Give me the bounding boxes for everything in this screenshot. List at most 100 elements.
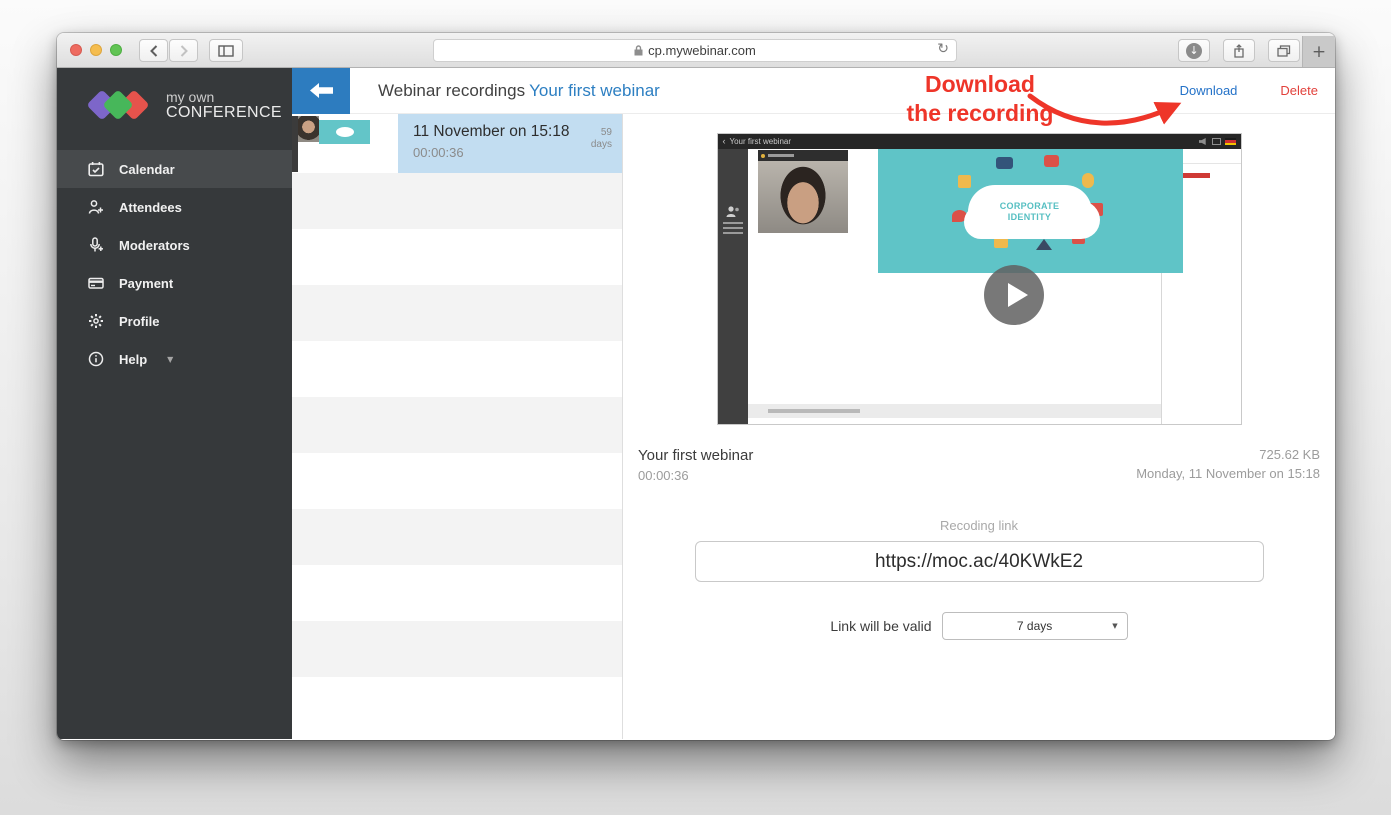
sidebar-item-profile[interactable]: Profile	[57, 302, 292, 340]
player-title: Your first webinar	[730, 137, 792, 146]
player-side-toolbar	[718, 149, 748, 424]
reload-icon[interactable]: ↻	[937, 41, 949, 57]
address-bar[interactable]: cp.mywebinar.com ↻	[433, 39, 957, 62]
share-icon	[1233, 44, 1245, 58]
recording-duration-text: 00:00:36	[638, 468, 753, 483]
slide-title-line2: IDENTITY	[1008, 212, 1051, 223]
sidebar-item-label: Payment	[119, 276, 173, 291]
link-valid-value: 7 days	[1017, 619, 1052, 633]
page-title: Webinar recordingsYour first webinar	[378, 81, 660, 101]
sidebar-item-label: Attendees	[119, 200, 182, 215]
list-empty-row	[292, 341, 622, 397]
tabs-icon	[1277, 45, 1291, 57]
plus-icon: +	[1312, 42, 1326, 62]
sidebar-item-label: Help	[119, 352, 147, 367]
slide-speech-icon	[952, 210, 967, 222]
slide-yellow-icon	[958, 175, 971, 188]
browser-back-button[interactable]	[139, 39, 168, 62]
days-left-badge: 59 days	[591, 123, 612, 173]
webcam-video	[758, 150, 848, 233]
list-empty-row	[292, 397, 622, 453]
download-circle-icon: ↓	[1186, 43, 1202, 59]
recording-detail-panel: ‹ Your first webinar	[623, 114, 1335, 739]
player-titlebar: ‹ Your first webinar	[718, 134, 1241, 149]
list-empty-row	[292, 173, 622, 229]
tabs-overview-button[interactable]	[1268, 39, 1300, 62]
download-link[interactable]: Download	[1180, 83, 1238, 98]
recordings-list: 11 November on 15:18 00:00:36 59 days	[292, 114, 623, 739]
back-button[interactable]	[292, 68, 350, 114]
zoom-window-button[interactable]	[110, 44, 122, 56]
thumb-slide	[319, 120, 370, 144]
link-valid-select[interactable]: 7 days ▼	[942, 612, 1128, 640]
link-valid-label: Link will be valid	[830, 618, 931, 634]
slide-title-line1: CORPORATE	[1000, 201, 1060, 212]
close-window-button[interactable]	[70, 44, 82, 56]
browser-window: cp.mywebinar.com ↻ ↓ + my own CONFERENCE	[57, 33, 1335, 740]
sidebar-item-moderators[interactable]: Moderators	[57, 226, 292, 264]
recording-duration: 00:00:36	[413, 145, 591, 160]
list-empty-row	[292, 229, 622, 285]
sidebar-toggle-button[interactable]	[209, 39, 243, 62]
attendee-add-icon	[88, 199, 104, 215]
list-empty-row	[292, 453, 622, 509]
recording-entry[interactable]: 11 November on 15:18 00:00:36 59 days	[398, 114, 622, 173]
recording-thumbnail[interactable]	[292, 114, 398, 173]
sidebar-item-attendees[interactable]: Attendees	[57, 188, 292, 226]
list-empty-row	[292, 621, 622, 677]
file-size: 725.62 KB	[1136, 447, 1320, 462]
downloads-button[interactable]: ↓	[1178, 39, 1210, 62]
presentation-slide: CORPORATE IDENTITY	[878, 149, 1183, 273]
list-empty-row	[292, 677, 622, 733]
credit-card-icon	[88, 275, 104, 291]
webinar-name-text: Your first webinar	[529, 81, 660, 100]
sidebar-icon	[218, 45, 234, 57]
chevron-left-icon	[150, 45, 158, 57]
speaker-icon	[1199, 138, 1208, 145]
slide-red-icon	[1044, 155, 1059, 167]
recording-meta: Your first webinar 00:00:36 725.62 KB Mo…	[638, 447, 1320, 483]
player-stage: CORPORATE IDENTITY	[748, 149, 1161, 424]
chevron-right-icon	[180, 45, 188, 57]
recording-link-label: Recoding link	[623, 518, 1335, 533]
url-text: cp.mywebinar.com	[648, 43, 756, 58]
info-icon	[88, 351, 104, 367]
recording-row[interactable]: 11 November on 15:18 00:00:36 59 days	[292, 114, 622, 173]
minimize-window-button[interactable]	[90, 44, 102, 56]
slide-mountain-icon	[1036, 239, 1052, 250]
browser-toolbar: cp.mywebinar.com ↻ ↓ +	[57, 33, 1335, 68]
sidebar-item-label: Profile	[119, 314, 159, 329]
annotation-arrow-icon	[1022, 86, 1187, 134]
slide-cloud: CORPORATE IDENTITY	[968, 185, 1092, 239]
chevron-down-icon: ▼	[167, 355, 173, 364]
thumb-webcam	[298, 116, 319, 142]
sidebar-item-label: Calendar	[119, 162, 175, 177]
attendee-name-bar	[1180, 173, 1210, 178]
delete-link[interactable]: Delete	[1280, 83, 1318, 98]
play-button[interactable]	[984, 265, 1044, 325]
recording-link-input[interactable]	[695, 541, 1264, 582]
sidebar-item-calendar[interactable]: Calendar	[57, 150, 292, 188]
gear-icon	[88, 313, 104, 329]
webcam-portrait	[758, 161, 848, 233]
slide-yellow-icon	[994, 238, 1008, 248]
sidebar-item-help[interactable]: Help ▼	[57, 340, 292, 378]
calendar-icon	[88, 161, 104, 177]
days-unit: days	[591, 139, 612, 151]
list-empty-row	[292, 509, 622, 565]
recording-date: 11 November on 15:18	[413, 123, 591, 141]
arrow-left-icon	[310, 83, 333, 98]
german-flag-icon	[1225, 138, 1236, 145]
logo-text-line2: CONFERENCE	[166, 105, 282, 121]
recording-title: Your first webinar	[638, 447, 753, 464]
microphone-add-icon	[88, 237, 104, 253]
new-tab-button[interactable]: +	[1302, 36, 1335, 67]
sidebar-item-payment[interactable]: Payment	[57, 264, 292, 302]
browser-forward-button[interactable]	[169, 39, 198, 62]
video-player[interactable]: ‹ Your first webinar	[717, 133, 1242, 425]
presenter-icon	[725, 205, 741, 219]
days-value: 59	[591, 127, 612, 139]
app-logo: my own CONFERENCE	[57, 68, 292, 142]
share-button[interactable]	[1223, 39, 1255, 62]
list-empty-row	[292, 285, 622, 341]
